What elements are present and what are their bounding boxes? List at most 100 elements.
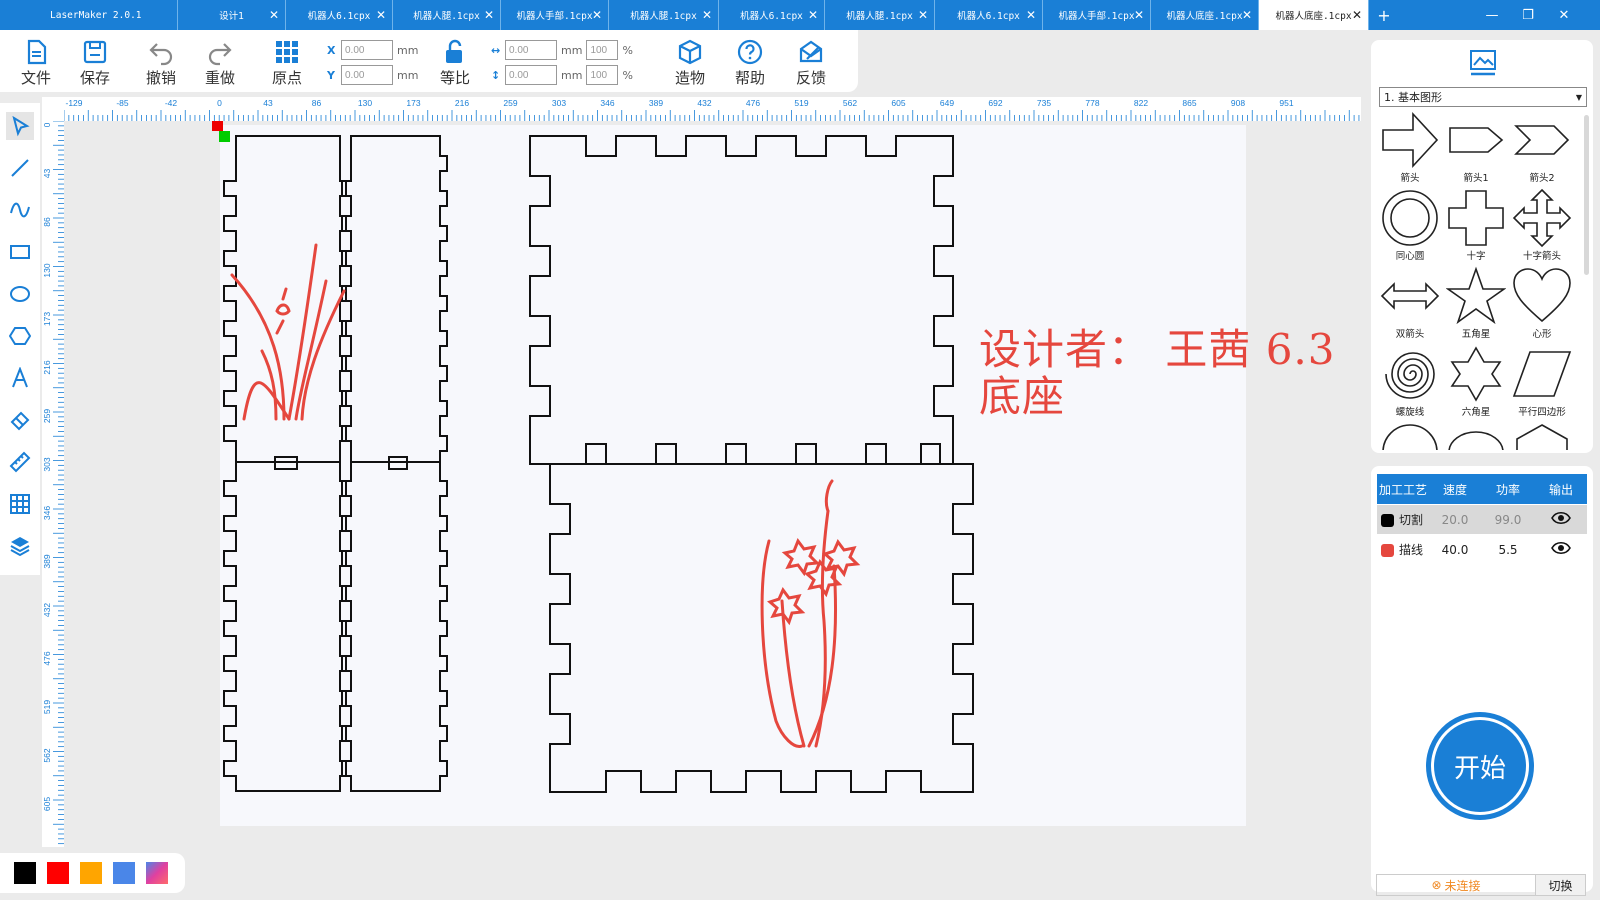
polygon-tool[interactable] (6, 322, 34, 350)
ruler-icon (9, 451, 31, 473)
restore-icon[interactable]: ❐ (1510, 0, 1546, 30)
close-tab-icon[interactable]: ✕ (1242, 8, 1252, 22)
shape-arrow-1[interactable]: 箭头1 (1443, 110, 1509, 188)
close-window-icon[interactable]: ✕ (1546, 0, 1582, 30)
shape-heart[interactable]: 心形 (1509, 266, 1575, 344)
close-tab-icon[interactable]: ✕ (592, 8, 602, 22)
shape-cross-arrow[interactable]: 十字箭头 (1509, 188, 1575, 266)
close-tab-icon[interactable]: ✕ (1026, 8, 1036, 22)
width-field: ↔ mm % (491, 40, 633, 60)
layer-power[interactable]: 99.0 (1481, 513, 1535, 527)
ratio-lock-button[interactable]: 等比 (430, 38, 480, 90)
shape-five-star[interactable]: 五角星 (1443, 266, 1509, 344)
height-input[interactable] (505, 65, 557, 85)
eye-icon[interactable] (1535, 541, 1587, 558)
eraser-tool[interactable] (6, 406, 34, 434)
line-tool[interactable] (6, 154, 34, 182)
shape-category-select[interactable]: 1. 基本图形 ▼ (1379, 87, 1587, 107)
save-button[interactable]: 保存 (70, 38, 120, 90)
close-tab-icon[interactable]: ✕ (269, 8, 279, 22)
close-tab-icon[interactable]: ✕ (484, 8, 494, 22)
select-tool[interactable] (6, 112, 34, 140)
file-tab[interactable]: 机器人手部.1cpx ✕ (1043, 0, 1151, 30)
shape-arrow[interactable]: 箭头 (1377, 110, 1443, 188)
layer-power[interactable]: 5.5 (1481, 543, 1535, 557)
file-tab[interactable]: 机器人手部.1cpx ✕ (501, 0, 609, 30)
connection-status: ⊗ 未连接 (1377, 875, 1535, 895)
shape-parallelogram[interactable]: 平行四边形 (1509, 344, 1575, 422)
horizontal-ruler[interactable]: -129 -85 -42 0 43 86 130 173 216 259 303 346 389 432 4… (63, 97, 1361, 121)
design-canvas[interactable]: 设计者： 王茜 6.3 底座 (64, 121, 1361, 847)
close-tab-icon[interactable]: ✕ (1134, 8, 1144, 22)
layer-name: 切割 (1399, 513, 1424, 527)
build-button[interactable]: 造物 (665, 38, 715, 90)
line-icon (11, 159, 29, 177)
designer-text[interactable]: 设计者： 王茜 6.3 底座 (979, 326, 1336, 420)
measure-tool[interactable] (6, 448, 34, 476)
file-tab[interactable]: 机器人6.1cpx ✕ (935, 0, 1043, 30)
shape-concentric-circle[interactable]: 同心圆 (1377, 188, 1443, 266)
file-tab[interactable]: 机器人6.1cpx ✕ (719, 0, 825, 30)
color-swatch-blue[interactable] (113, 862, 135, 884)
close-tab-icon[interactable]: ✕ (702, 8, 712, 22)
help-button[interactable]: 帮助 (725, 38, 775, 90)
close-tab-icon[interactable]: ✕ (1352, 8, 1362, 22)
layer-row-cut[interactable]: 切割 20.0 99.0 (1377, 505, 1587, 534)
engrave-paths[interactable] (230, 243, 861, 748)
file-tab[interactable]: 机器人腿.1cpx ✕ (609, 0, 719, 30)
width-input[interactable] (505, 40, 557, 60)
shape-cross[interactable]: 十字 (1443, 188, 1509, 266)
close-tab-icon[interactable]: ✕ (918, 8, 928, 22)
width-percent-input[interactable] (586, 40, 619, 60)
color-swatch-black[interactable] (14, 862, 36, 884)
x-input[interactable] (341, 40, 393, 60)
layer-row-engrave[interactable]: 描线 40.0 5.5 (1377, 535, 1587, 564)
shapes-scrollbar[interactable] (1584, 115, 1589, 275)
file-button[interactable]: 文件 (11, 38, 61, 90)
ruler-label: 303 (552, 98, 566, 108)
cut-paths[interactable] (223, 135, 974, 793)
file-tab[interactable]: 设计1 ✕ (178, 0, 286, 30)
feedback-button[interactable]: 反馈 (786, 38, 836, 90)
curve-tool[interactable] (6, 196, 34, 224)
text-tool[interactable] (6, 364, 34, 392)
eye-icon[interactable] (1535, 511, 1587, 528)
new-tab-button[interactable]: + (1369, 0, 1399, 30)
origin-button[interactable]: 原点 (262, 38, 312, 90)
y-input[interactable] (341, 65, 393, 85)
shape-double-arrow[interactable]: 双箭头 (1377, 266, 1443, 344)
ruler-label: -129 (65, 98, 82, 108)
side-panel-bottom-left (223, 461, 347, 792)
start-button[interactable]: 开始 (1426, 712, 1534, 820)
ellipse-tool[interactable] (6, 280, 34, 308)
array-tool[interactable] (6, 490, 34, 518)
height-percent-input[interactable] (586, 65, 619, 85)
close-tab-icon[interactable]: ✕ (376, 8, 386, 22)
image-library-icon[interactable] (1467, 48, 1499, 78)
file-tab[interactable]: 机器人6.1cpx ✕ (286, 0, 393, 30)
layer-speed[interactable]: 40.0 (1429, 543, 1481, 557)
layers-tool[interactable] (6, 532, 34, 560)
switch-button[interactable]: 切换 (1535, 875, 1585, 895)
undo-button[interactable]: 撤销 (136, 38, 186, 90)
layer-color-red (1381, 544, 1394, 557)
close-tab-icon[interactable]: ✕ (808, 8, 818, 22)
redo-button[interactable]: 重做 (195, 38, 245, 90)
file-tab[interactable]: 机器人底座.1cpx ✕ (1151, 0, 1259, 30)
file-tab[interactable]: 机器人腿.1cpx ✕ (825, 0, 935, 30)
minimize-icon[interactable]: — (1474, 0, 1510, 30)
ruler-label: 432 (42, 603, 52, 617)
layer-speed[interactable]: 20.0 (1429, 513, 1481, 527)
shape-spiral[interactable]: 螺旋线 (1377, 344, 1443, 422)
shape-six-star[interactable]: 六角星 (1443, 344, 1509, 422)
design-drawing[interactable] (64, 121, 1361, 847)
file-tab[interactable]: 机器人底座.1cpx ✕ (1259, 0, 1369, 30)
rectangle-tool[interactable] (6, 238, 34, 266)
color-swatch-gradient[interactable] (146, 862, 168, 884)
color-swatch-orange[interactable] (80, 862, 102, 884)
vertical-ruler[interactable]: 0 43 86 130 173 216 259 303 346 389 432 476 519 562 60… (42, 120, 64, 847)
app-title-tab[interactable]: LaserMaker 2.0.1 (0, 0, 178, 30)
file-tab[interactable]: 机器人腿.1cpx ✕ (393, 0, 501, 30)
color-swatch-red[interactable] (47, 862, 69, 884)
shape-arrow-2[interactable]: 箭头2 (1509, 110, 1575, 188)
